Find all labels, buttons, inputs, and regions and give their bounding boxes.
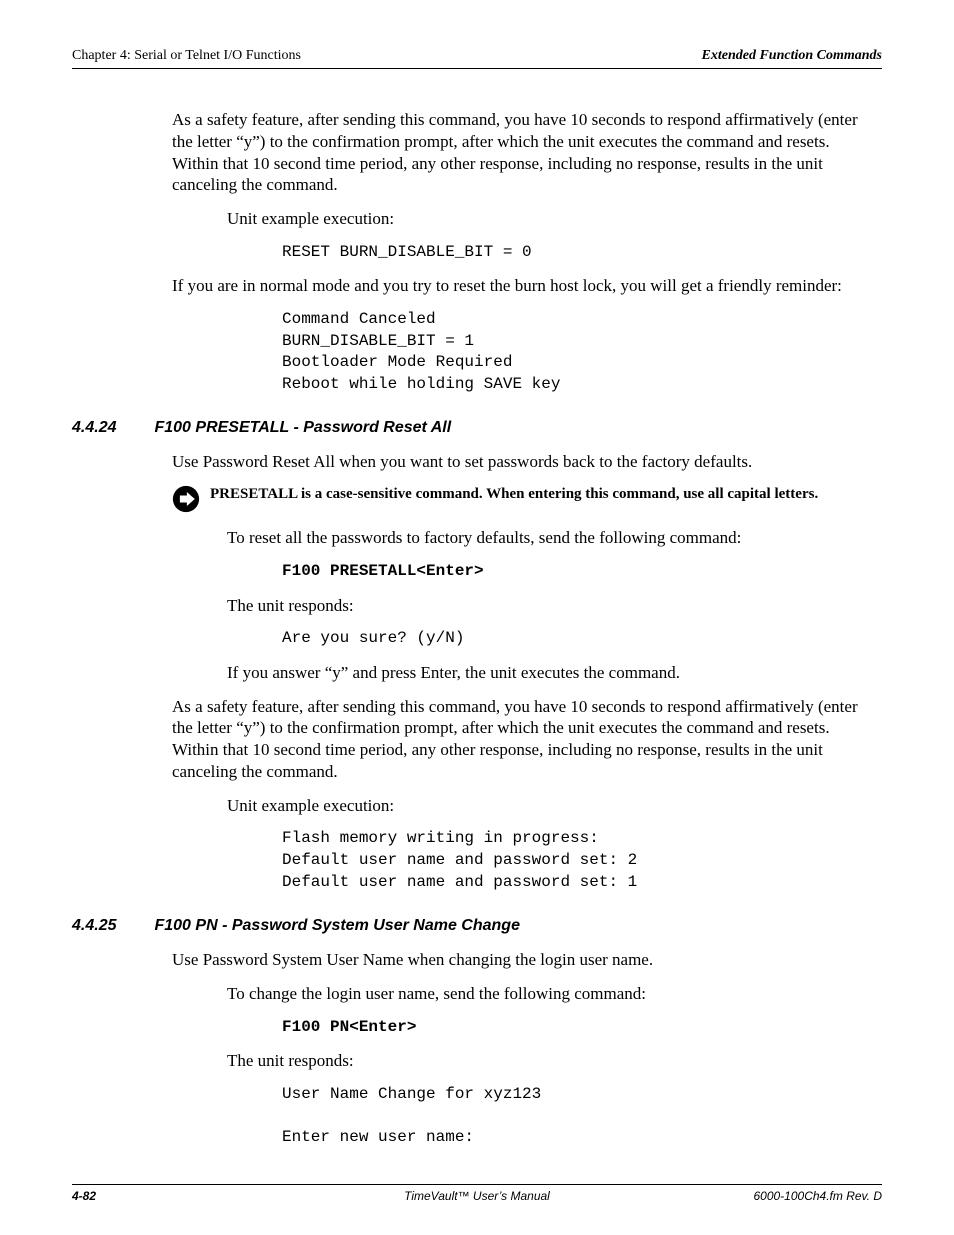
code-block: Flash memory writing in progress: Defaul… (282, 828, 872, 893)
section-body: Use Password System User Name when chang… (172, 949, 872, 1149)
section-title: F100 PN - Password System User Name Chan… (154, 917, 519, 935)
page: Chapter 4: Serial or Telnet I/O Function… (0, 0, 954, 1235)
arrow-right-circle-icon (172, 485, 200, 513)
paragraph: To change the login user name, send the … (227, 983, 872, 1005)
paragraph: The unit responds: (227, 1050, 872, 1072)
code-block: F100 PRESETALL<Enter> (282, 561, 872, 583)
note: PRESETALL is a case-sensitive command. W… (172, 485, 872, 513)
paragraph: The unit responds: (227, 595, 872, 617)
paragraph: Unit example execution: (227, 208, 872, 230)
note-text: PRESETALL is a case-sensitive command. W… (210, 485, 818, 505)
paragraph: If you answer “y” and press Enter, the u… (227, 662, 872, 684)
paragraph: To reset all the passwords to factory de… (227, 527, 872, 549)
code-block: F100 PN<Enter> (282, 1017, 872, 1039)
section-title: F100 PRESETALL - Password Reset All (154, 419, 451, 437)
paragraph: Unit example execution: (227, 795, 872, 817)
paragraph: As a safety feature, after sending this … (172, 109, 872, 196)
header-left: Chapter 4: Serial or Telnet I/O Function… (72, 48, 301, 64)
code-block: Are you sure? (y/N) (282, 628, 872, 650)
footer-title: TimeVault™ User’s Manual (72, 1189, 882, 1203)
code-block: RESET BURN_DISABLE_BIT = 0 (282, 242, 872, 264)
section-number: 4.4.24 (72, 419, 116, 437)
section-heading-4-4-24: 4.4.24 F100 PRESETALL - Password Reset A… (72, 419, 882, 437)
paragraph: Use Password Reset All when you want to … (172, 451, 872, 473)
section-heading-4-4-25: 4.4.25 F100 PN - Password System User Na… (72, 917, 882, 935)
section-number: 4.4.25 (72, 917, 116, 935)
page-footer: 4-82 TimeVault™ User’s Manual 6000-100Ch… (72, 1184, 882, 1203)
page-header: Chapter 4: Serial or Telnet I/O Function… (72, 48, 882, 69)
section-body: Use Password Reset All when you want to … (172, 451, 872, 893)
paragraph: If you are in normal mode and you try to… (172, 275, 872, 297)
paragraph: As a safety feature, after sending this … (172, 696, 872, 783)
code-block: Command Canceled BURN_DISABLE_BIT = 1 Bo… (282, 309, 872, 395)
paragraph: Use Password System User Name when chang… (172, 949, 872, 971)
header-right: Extended Function Commands (702, 48, 882, 64)
code-block: User Name Change for xyz123 Enter new us… (282, 1084, 872, 1149)
body: As a safety feature, after sending this … (172, 109, 872, 395)
